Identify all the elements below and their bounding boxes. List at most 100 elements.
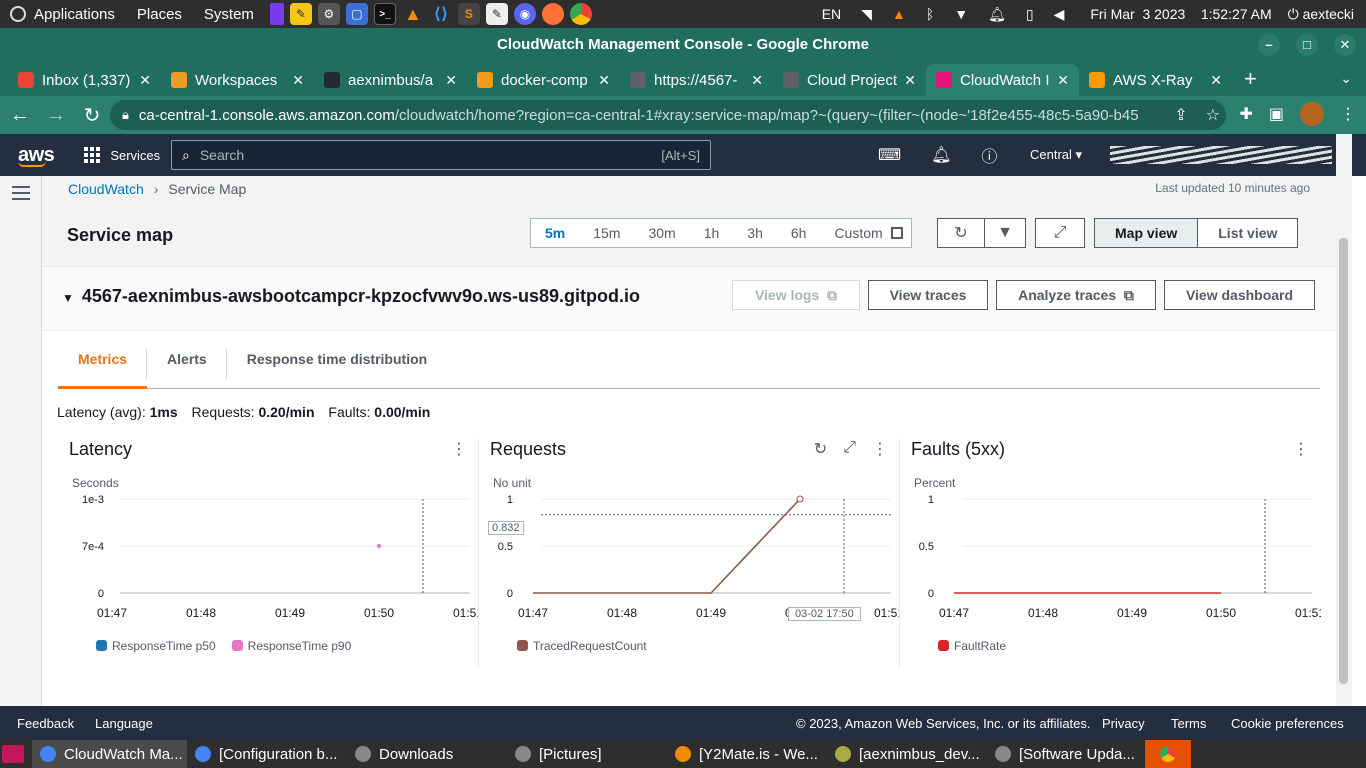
list-view-button[interactable]: List view [1198, 218, 1299, 248]
tab-close-icon[interactable]: ✕ [445, 72, 457, 89]
map-view-button[interactable]: Map view [1094, 218, 1199, 248]
range-1h[interactable]: 1h [690, 225, 734, 241]
lock-icon[interactable]: 🔒︎ [122, 107, 129, 123]
show-desktop-icon[interactable] [2, 745, 24, 763]
aws-logo[interactable]: aws [18, 144, 55, 167]
network-icon[interactable]: ▼ [954, 6, 968, 22]
chrome-menu-icon[interactable]: ⋮ [1340, 104, 1356, 124]
account-menu-redacted[interactable] [1110, 146, 1332, 164]
reload-icon[interactable]: ↻ [76, 103, 108, 128]
tab-close-icon[interactable]: ✕ [1057, 72, 1069, 89]
side-nav-menu-icon[interactable] [12, 186, 30, 204]
language-indicator[interactable]: EN [822, 6, 841, 22]
url-bar[interactable]: 🔒︎ ca-central-1.console.aws.amazon.com/c… [110, 100, 1226, 130]
text-editor-launcher-icon[interactable]: ✎ [485, 3, 508, 25]
tab-close-icon[interactable]: ✕ [598, 72, 610, 89]
terminal-launcher-icon[interactable]: >_ [373, 3, 396, 25]
discord-launcher-icon[interactable]: ◉ [513, 3, 536, 25]
user-menu[interactable]: ⏻ aextecki [1288, 6, 1354, 23]
more-options-icon[interactable]: ⋮ [451, 439, 467, 459]
obsidian-launcher-icon[interactable] [269, 3, 284, 25]
extensions-icon[interactable]: ✚ [1239, 104, 1252, 124]
range-6h[interactable]: 6h [777, 225, 821, 241]
firefox-launcher-icon[interactable] [541, 3, 564, 25]
tab-alerts[interactable]: Alerts [147, 337, 227, 389]
taskbar-item[interactable]: [Pictures] [507, 740, 667, 768]
minimize-icon[interactable]: – [1258, 34, 1280, 56]
calendar-icon[interactable] [890, 227, 903, 239]
tab-close-icon[interactable]: ✕ [139, 72, 151, 89]
tab-close-icon[interactable]: ✕ [751, 72, 763, 89]
scrollbar-thumb[interactable] [1339, 238, 1348, 684]
side-panel-icon[interactable]: ▣ [1269, 104, 1284, 124]
menu-system[interactable]: System [204, 6, 254, 23]
fullscreen-button[interactable]: ⤢ [1035, 218, 1085, 248]
vscode-launcher-icon[interactable]: ⟨⟩ [430, 3, 452, 25]
sublime-launcher-icon[interactable]: S [457, 3, 480, 25]
view-logs-button[interactable]: View logs ⧉ [732, 280, 860, 310]
tab-close-icon[interactable]: ✕ [1210, 72, 1222, 89]
clock[interactable]: Fri Mar 3 2023 1:52:27 AM [1090, 6, 1271, 22]
device-icon[interactable]: ▯ [1026, 6, 1034, 23]
refresh-button[interactable]: ↻ [937, 218, 985, 248]
browser-tab[interactable]: https://4567- ✕ [620, 64, 773, 96]
tab-search-chevron-icon[interactable]: ⌄ [1340, 70, 1352, 87]
ubuntu-logo-icon[interactable] [10, 6, 26, 22]
maximize-icon[interactable]: □ [1296, 34, 1318, 56]
refresh-options-button[interactable]: ▼ [984, 218, 1026, 248]
bookmark-star-icon[interactable]: ☆ [1206, 105, 1220, 125]
legend-item[interactable]: TracedRequestCount [517, 639, 647, 653]
range-custom[interactable]: Custom [820, 225, 896, 241]
browser-tab[interactable]: docker-comp ✕ [467, 64, 620, 96]
vlc-tray-icon[interactable]: ▲ [892, 6, 906, 22]
browser-tab[interactable]: Cloud Project ✕ [773, 64, 926, 96]
taskbar-item[interactable]: [Y2Mate.is - We... [667, 740, 827, 768]
language-link[interactable]: Language [95, 716, 153, 731]
browser-tab[interactable]: aexnimbus/a ✕ [314, 64, 467, 96]
more-options-icon[interactable]: ⋮ [1293, 439, 1309, 459]
services-button[interactable]: Services [84, 147, 160, 163]
range-30m[interactable]: 30m [634, 225, 689, 241]
tab-response-time-distribution[interactable]: Response time distribution [227, 337, 447, 389]
tab-metrics[interactable]: Metrics [58, 337, 148, 389]
help-icon[interactable]: ⓘ [981, 143, 997, 167]
profile-avatar[interactable] [1300, 102, 1324, 126]
legend-item[interactable]: ResponseTime p90 [231, 639, 351, 653]
region-selector[interactable]: Central ▾ [1030, 147, 1082, 163]
taskbar-item[interactable]: [Software Upda... [987, 740, 1147, 768]
privacy-link[interactable]: Privacy [1102, 716, 1145, 731]
menu-places[interactable]: Places [137, 6, 182, 23]
refresh-graph-icon[interactable]: ↻ [814, 439, 827, 459]
wifi-icon[interactable]: ◥ [861, 6, 872, 23]
cookie-preferences-link[interactable]: Cookie preferences [1231, 716, 1344, 731]
analyze-traces-button[interactable]: Analyze traces ⧉ [996, 280, 1156, 310]
tab-close-icon[interactable]: ✕ [292, 72, 304, 89]
range-5m[interactable]: 5m [531, 225, 579, 241]
expand-graph-icon[interactable]: ⤢ [843, 439, 856, 459]
back-icon[interactable]: ← [4, 104, 36, 127]
page-scrollbar[interactable] [1336, 134, 1352, 706]
range-15m[interactable]: 15m [579, 225, 634, 241]
browser-tab[interactable]: CloudWatch I ✕ [926, 64, 1079, 96]
aws-search-input[interactable]: ⌕ Search [Alt+S] [171, 140, 711, 170]
terms-link[interactable]: Terms [1171, 716, 1206, 731]
notification-bell-icon[interactable]: 🔔︎ [931, 145, 951, 165]
cloudshell-icon[interactable]: ⌨ [878, 145, 901, 165]
bluetooth-icon[interactable]: ᛒ [926, 6, 934, 22]
feedback-link[interactable]: Feedback [17, 716, 74, 731]
chrome-tray-icon[interactable] [1145, 740, 1191, 768]
view-traces-button[interactable]: View traces [868, 280, 988, 310]
breadcrumb-cloudwatch[interactable]: CloudWatch [68, 181, 144, 197]
browser-tab[interactable]: Inbox (1,337) ✕ [8, 64, 161, 96]
taskbar-item[interactable]: [Configuration b... [187, 740, 347, 768]
notification-bell-icon[interactable]: 🔔︎ [988, 6, 1006, 23]
system-tool-launcher-icon[interactable]: ⚙ [317, 3, 340, 25]
node-title[interactable]: ▼ 4567-aexnimbus-awsbootcampcr-kpzocfvwv9… [62, 286, 640, 307]
chrome-launcher-icon[interactable] [569, 3, 592, 25]
taskbar-item[interactable]: Downloads [347, 740, 507, 768]
volume-icon[interactable]: ◀ [1054, 6, 1065, 23]
taskbar-item[interactable]: [aexnimbus_dev... [827, 740, 987, 768]
forward-icon[interactable]: → [40, 104, 72, 127]
browser-tab[interactable]: Workspaces ✕ [161, 64, 314, 96]
close-window-icon[interactable]: ✕ [1334, 34, 1356, 56]
